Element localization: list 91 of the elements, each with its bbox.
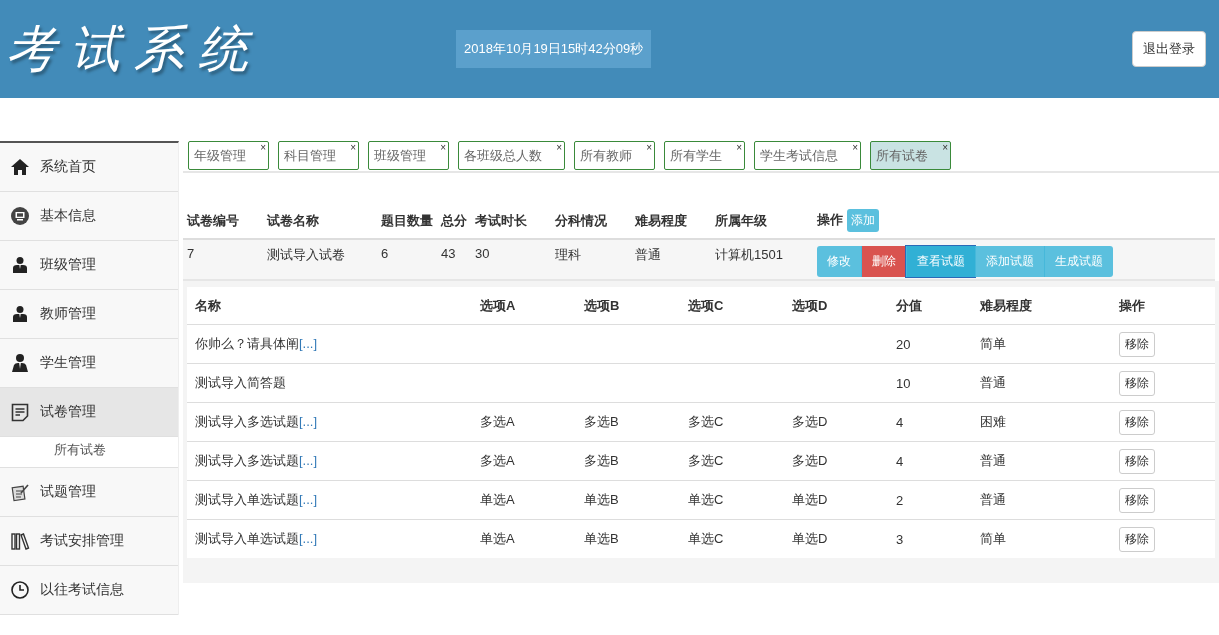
tab[interactable]: 学生考试信息 × [754,141,861,170]
logout-button[interactable]: 退出登录 [1132,31,1206,67]
sidebar-item[interactable]: 以往考试信息 [0,566,178,615]
monitor-icon [10,206,30,226]
tab[interactable]: 年级管理 × [188,141,269,170]
remove-button[interactable]: 移除 [1119,331,1155,357]
table-cell: 3 [888,519,972,558]
table-cell: 计算机1501 [711,239,813,280]
tab[interactable]: 科目管理 × [278,141,359,170]
table-cell: 单选B [576,480,680,520]
column-header: 操作 [1111,287,1215,325]
table-cell: 单选C [680,480,784,520]
clock-icon [10,580,30,600]
table-cell: 30 [471,239,551,280]
question-name: 你帅么？请具体阐 [195,336,299,351]
app-title: 考试系统 [5,19,263,79]
tab[interactable]: 所有教师 × [574,141,655,170]
table-cell: 简单 [972,324,1111,364]
table-cell: 单选B [576,519,680,558]
remove-button[interactable]: 移除 [1119,409,1155,435]
question-name: 测试导入单选试题 [195,492,299,507]
table-cell: 普通 [972,363,1111,403]
sidebar-item[interactable]: 考试安排管理 [0,517,178,566]
tab[interactable]: 所有学生 × [664,141,745,170]
table-cell: 多选C [680,402,784,442]
table-cell: 单选D [784,519,888,558]
person-icon [10,353,30,373]
table-cell: 多选C [680,441,784,481]
table-cell: 困难 [972,402,1111,442]
table-cell: 单选A [472,519,576,558]
question-name: 测试导入多选试题 [195,414,299,429]
action-button[interactable]: 删除 [861,246,906,277]
books-icon [10,531,30,551]
home-icon [10,157,30,177]
question-name: 测试导入简答题 [195,375,286,390]
sidebar-item[interactable]: 试卷管理 [0,388,178,437]
column-header: 名称 [187,287,472,325]
table-cell: 普通 [631,239,711,280]
remove-button[interactable]: 移除 [1119,448,1155,474]
more-link[interactable]: [...] [299,531,318,546]
column-header: 选项D [784,287,888,325]
column-header: 操作 [817,212,843,227]
sidebar-item[interactable]: 系统首页 [0,143,178,192]
table-cell: 43 [437,239,471,280]
question-name: 测试导入单选试题 [195,531,299,546]
tab[interactable]: 各班级总人数 × [458,141,565,170]
more-link[interactable]: [...] [299,414,318,429]
table-cell: 6 [377,239,437,280]
tab[interactable]: 班级管理 × [368,141,449,170]
table-cell: 普通 [972,441,1111,481]
table-cell: 2 [888,480,972,520]
user-icon [10,304,30,324]
datetime-display: 2018年10月19日15时42分09秒 [456,30,652,68]
table-cell: 单选D [784,480,888,520]
remove-button[interactable]: 移除 [1119,370,1155,396]
document-icon [10,402,30,422]
table-cell: 测试导入试卷 [263,239,377,280]
tab[interactable]: 所有试卷 × [870,141,951,170]
table-cell: 4 [888,441,972,481]
user-icon [10,255,30,275]
table-cell: 多选A [472,402,576,442]
column-header: 选项C [680,287,784,325]
sidebar-item[interactable]: 教师管理 [0,290,178,339]
more-link[interactable]: [...] [299,336,318,351]
table-cell: 7 [183,239,263,280]
column-header: 难易程度 [972,287,1111,325]
table-cell: 20 [888,324,972,364]
table-cell: 多选B [576,441,680,481]
table-cell: 单选A [472,480,576,520]
sidebar-item[interactable]: 基本信息 [0,192,178,241]
table-cell: 4 [888,402,972,442]
table-cell: 单选C [680,519,784,558]
more-link[interactable]: [...] [299,492,318,507]
column-header: 选项B [576,287,680,325]
table-cell: 多选A [472,441,576,481]
table-cell: 理科 [551,239,631,280]
table-cell: 简单 [972,519,1111,558]
table-cell: 多选D [784,402,888,442]
sidebar-item[interactable]: 试题管理 [0,468,178,517]
column-header: 分值 [888,287,972,325]
sidebar-item[interactable]: 班级管理 [0,241,178,290]
notepad-icon [10,482,30,502]
table-cell: 多选B [576,402,680,442]
table-cell: 多选D [784,441,888,481]
table-cell: 10 [888,363,972,403]
remove-button[interactable]: 移除 [1119,526,1155,552]
remove-button[interactable]: 移除 [1119,487,1155,513]
column-header: 选项A [472,287,576,325]
more-link[interactable]: [...] [299,453,318,468]
question-name: 测试导入多选试题 [195,453,299,468]
table-cell: 普通 [972,480,1111,520]
